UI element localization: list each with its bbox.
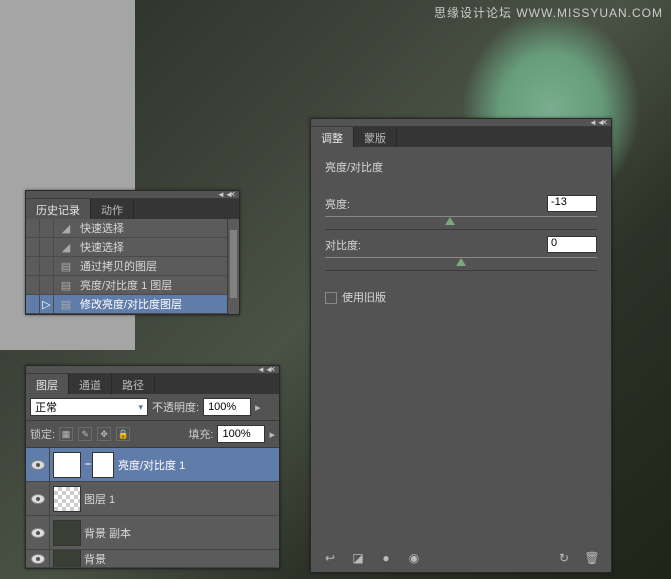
history-list: ◢快速选择 ◢快速选择 ▤通过拷贝的图层 ▤亮度/对比度 1 图层 ▷▤修改亮度… xyxy=(26,219,239,314)
history-item[interactable]: ◢快速选择 xyxy=(26,238,239,257)
slider-handle-icon[interactable] xyxy=(445,217,455,225)
opacity-input[interactable]: 100% xyxy=(203,398,251,416)
layer-icon: ▤ xyxy=(58,277,74,293)
brush-icon: ◢ xyxy=(58,220,74,236)
contrast-row: 对比度: 0 xyxy=(325,236,597,271)
panel-controls: ◄◄ ✕ xyxy=(26,366,279,374)
layers-panel: ◄◄ ✕ 图层 通道 路径 正常▾ 不透明度: 100% ▸ 锁定: ▦ ✎ ✥… xyxy=(25,365,280,569)
visibility-toggle[interactable] xyxy=(26,482,50,516)
layer-item[interactable]: 图层 1 xyxy=(26,482,279,516)
visibility-toggle[interactable] xyxy=(26,550,50,568)
layer-name: 背景 副本 xyxy=(84,525,131,541)
layer-name: 背景 xyxy=(84,551,106,567)
layer-lock-row: 锁定: ▦ ✎ ✥ 🔒 填充: 100% ▸ xyxy=(26,421,279,448)
contrast-label: 对比度: xyxy=(325,237,361,253)
layer-icon: ▤ xyxy=(58,258,74,274)
eye-icon xyxy=(31,460,45,470)
view-icon[interactable]: ◉ xyxy=(405,550,423,566)
fill-label: 填充: xyxy=(188,426,213,442)
history-cursor-icon: ▷ xyxy=(40,295,54,314)
collapse-icon[interactable]: ◄◄ xyxy=(589,119,598,126)
layers-list: ☀ ⎯ 亮度/对比度 1 图层 1 背景 副本 背景 xyxy=(26,448,279,568)
adjust-footer: ↩ ◪ ● ◉ ↻ 🗑 xyxy=(321,550,601,566)
lock-icons: ▦ ✎ ✥ 🔒 xyxy=(59,427,132,441)
tab-paths[interactable]: 路径 xyxy=(112,374,155,394)
delete-icon[interactable]: 🗑 xyxy=(583,550,601,566)
opacity-flyout-icon[interactable]: ▸ xyxy=(255,401,261,414)
brightness-label: 亮度: xyxy=(325,196,350,212)
adjustment-thumb[interactable]: ☀ xyxy=(53,452,81,478)
chevron-down-icon: ▾ xyxy=(138,402,143,413)
contrast-input[interactable]: 0 xyxy=(547,236,597,253)
layer-thumb[interactable] xyxy=(53,550,81,568)
brush-icon: ◢ xyxy=(58,239,74,255)
eye-icon xyxy=(31,528,45,538)
link-icon: ⎯ xyxy=(84,458,92,471)
history-item[interactable]: ▷▤修改亮度/对比度图层 xyxy=(26,295,239,314)
lock-transparency-icon[interactable]: ▦ xyxy=(59,427,73,441)
slider-handle-icon[interactable] xyxy=(456,258,466,266)
collapse-icon[interactable]: ◄◄ xyxy=(257,366,266,373)
layer-options-row: 正常▾ 不透明度: 100% ▸ xyxy=(26,394,279,421)
contrast-slider[interactable] xyxy=(325,255,597,271)
legacy-row: 使用旧版 xyxy=(325,289,597,305)
history-tabs: 历史记录 动作 xyxy=(26,199,239,219)
layer-item[interactable]: 背景 副本 xyxy=(26,516,279,550)
brightness-input[interactable]: -13 xyxy=(547,195,597,212)
visibility-toggle[interactable] xyxy=(26,448,50,482)
scroll-thumb[interactable] xyxy=(229,229,238,299)
panel-controls: ◄◄ ✕ xyxy=(311,119,611,127)
adjust-tabs: 调整 蒙版 xyxy=(311,127,611,147)
tab-mask[interactable]: 蒙版 xyxy=(354,127,397,147)
tab-layers[interactable]: 图层 xyxy=(26,374,69,394)
tab-actions[interactable]: 动作 xyxy=(91,199,134,219)
layer-item[interactable]: ☀ ⎯ 亮度/对比度 1 xyxy=(26,448,279,482)
history-item[interactable]: ▤通过拷贝的图层 xyxy=(26,257,239,276)
tab-history[interactable]: 历史记录 xyxy=(26,199,91,219)
layer-name: 亮度/对比度 1 xyxy=(118,457,185,473)
blend-mode-select[interactable]: 正常▾ xyxy=(30,398,148,416)
collapse-icon[interactable]: ◄◄ xyxy=(217,191,226,198)
adjust-body: 亮度/对比度 亮度: -13 对比度: 0 使用旧版 xyxy=(311,147,611,317)
adjustments-panel: ◄◄ ✕ 调整 蒙版 亮度/对比度 亮度: -13 对比度: 0 使用旧版 ↩ … xyxy=(310,118,612,573)
layers-tabs: 图层 通道 路径 xyxy=(26,374,279,394)
lock-pixels-icon[interactable]: ✎ xyxy=(78,427,92,441)
layer-item[interactable]: 背景 xyxy=(26,550,279,568)
close-icon[interactable]: ✕ xyxy=(600,119,609,126)
legacy-checkbox[interactable] xyxy=(325,292,337,304)
tab-channels[interactable]: 通道 xyxy=(69,374,112,394)
panel-controls: ◄◄ ✕ xyxy=(26,191,239,199)
fill-flyout-icon[interactable]: ▸ xyxy=(269,428,275,441)
opacity-label: 不透明度: xyxy=(152,399,199,415)
history-item[interactable]: ▤亮度/对比度 1 图层 xyxy=(26,276,239,295)
watermark-text: 思缘设计论坛 WWW.MISSYUAN.COM xyxy=(434,4,663,21)
close-icon[interactable]: ✕ xyxy=(268,366,277,373)
layer-thumb[interactable] xyxy=(53,520,81,546)
clip-icon[interactable]: ◪ xyxy=(349,550,367,566)
lock-label: 锁定: xyxy=(30,426,55,442)
fill-input[interactable]: 100% xyxy=(217,425,265,443)
layer-name: 图层 1 xyxy=(84,491,115,507)
visibility-icon[interactable]: ● xyxy=(377,550,395,566)
legacy-label: 使用旧版 xyxy=(342,292,386,304)
tab-adjust[interactable]: 调整 xyxy=(311,127,354,147)
close-icon[interactable]: ✕ xyxy=(228,191,237,198)
adjust-title: 亮度/对比度 xyxy=(325,159,597,175)
layer-icon: ▤ xyxy=(58,296,74,312)
history-item[interactable]: ◢快速选择 xyxy=(26,219,239,238)
layer-mask[interactable] xyxy=(92,452,114,478)
brightness-row: 亮度: -13 xyxy=(325,195,597,230)
brightness-slider[interactable] xyxy=(325,214,597,230)
reset-icon[interactable]: ↻ xyxy=(555,550,573,566)
lock-position-icon[interactable]: ✥ xyxy=(97,427,111,441)
visibility-toggle[interactable] xyxy=(26,516,50,550)
back-icon[interactable]: ↩ xyxy=(321,550,339,566)
layer-thumb[interactable] xyxy=(53,486,81,512)
eye-icon xyxy=(31,494,45,504)
scrollbar[interactable] xyxy=(227,219,239,314)
lock-all-icon[interactable]: 🔒 xyxy=(116,427,130,441)
history-panel: ◄◄ ✕ 历史记录 动作 ◢快速选择 ◢快速选择 ▤通过拷贝的图层 ▤亮度/对比… xyxy=(25,190,240,315)
eye-icon xyxy=(31,554,45,564)
